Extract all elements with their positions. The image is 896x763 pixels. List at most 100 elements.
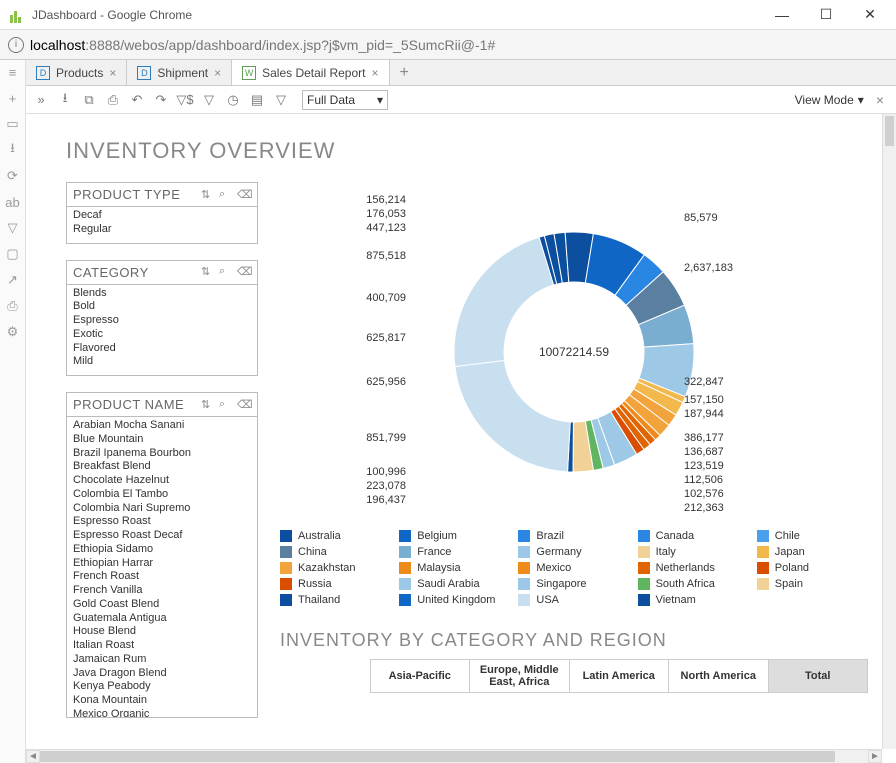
- donut-chart[interactable]: 10072214.59 156,214176,053447,123875,518…: [280, 182, 868, 522]
- sort-icon[interactable]: ⇅: [201, 265, 215, 279]
- redo-icon[interactable]: ↷: [152, 91, 170, 109]
- legend-item[interactable]: Canada: [638, 530, 749, 542]
- address-bar[interactable]: i localhost:8888/webos/app/dashboard/ind…: [0, 30, 896, 60]
- list-item[interactable]: Chocolate Hazelnut: [73, 474, 251, 488]
- expand-icon[interactable]: »: [32, 91, 50, 109]
- legend-item[interactable]: Malaysia: [399, 562, 510, 574]
- list-item[interactable]: Espresso Roast Decaf: [73, 529, 251, 543]
- list-item[interactable]: Kona Mountain: [73, 694, 251, 708]
- close-icon[interactable]: ×: [371, 66, 378, 80]
- close-icon[interactable]: ×: [214, 66, 221, 80]
- list-item[interactable]: Decaf: [73, 209, 251, 223]
- list-item[interactable]: Java Dragon Blend: [73, 667, 251, 681]
- list-item[interactable]: Espresso: [73, 314, 251, 328]
- clear-icon[interactable]: ⌫: [237, 398, 251, 412]
- list-item[interactable]: Breakfast Blend: [73, 460, 251, 474]
- menu-icon[interactable]: ≡: [5, 64, 21, 80]
- list-item[interactable]: French Roast: [73, 570, 251, 584]
- list-item[interactable]: Flavored: [73, 342, 251, 356]
- add-icon[interactable]: +: [5, 90, 21, 106]
- data-mode-select[interactable]: Full Data ▾: [302, 90, 388, 110]
- search-icon[interactable]: ⌕: [219, 265, 233, 279]
- list-item[interactable]: Blends: [73, 287, 251, 301]
- bookmark-icon[interactable]: ▽: [272, 91, 290, 109]
- legend-item[interactable]: United Kingdom: [399, 594, 510, 606]
- list-item[interactable]: Ethiopia Sidamo: [73, 543, 251, 557]
- undo-icon[interactable]: ↶: [128, 91, 146, 109]
- list-item[interactable]: French Vanilla: [73, 584, 251, 598]
- legend-item[interactable]: China: [280, 546, 391, 558]
- list-item[interactable]: Bold: [73, 300, 251, 314]
- list-item[interactable]: Espresso Roast: [73, 515, 251, 529]
- folder-icon[interactable]: ▭: [5, 116, 21, 132]
- new-tab-button[interactable]: +: [390, 60, 419, 85]
- list-item[interactable]: Italian Roast: [73, 639, 251, 653]
- sort-icon[interactable]: ⇅: [201, 188, 215, 202]
- list-item[interactable]: Mild: [73, 355, 251, 369]
- list-item[interactable]: Colombia Nari Supremo: [73, 502, 251, 516]
- refresh-icon[interactable]: ⟳: [5, 168, 21, 184]
- legend-item[interactable]: Singapore: [518, 578, 629, 590]
- window-maximize-button[interactable]: ☐: [804, 1, 848, 29]
- tab-sales-detail-report[interactable]: W Sales Detail Report ×: [232, 60, 389, 85]
- legend-item[interactable]: Chile: [757, 530, 868, 542]
- open-external-icon[interactable]: ⧉: [80, 91, 98, 109]
- search-icon[interactable]: ⌕: [219, 398, 233, 412]
- tab-shipment[interactable]: D Shipment ×: [127, 60, 232, 85]
- legend-item[interactable]: Japan: [757, 546, 868, 558]
- list-item[interactable]: Ethiopian Harrar: [73, 557, 251, 571]
- list-item[interactable]: Arabian Mocha Sanani: [73, 419, 251, 433]
- legend-item[interactable]: Mexico: [518, 562, 629, 574]
- print-rail-icon[interactable]: ⎙: [5, 298, 21, 314]
- search-icon[interactable]: ⌕: [219, 188, 233, 202]
- tab-products[interactable]: D Products ×: [26, 60, 127, 85]
- share-icon[interactable]: ↗: [5, 272, 21, 288]
- print-icon[interactable]: ⎙: [104, 91, 122, 109]
- list-item[interactable]: Gold Coast Blend: [73, 598, 251, 612]
- legend-item[interactable]: USA: [518, 594, 629, 606]
- clear-icon[interactable]: ⌫: [237, 188, 251, 202]
- window-minimize-button[interactable]: —: [760, 1, 804, 29]
- legend-item[interactable]: Australia: [280, 530, 391, 542]
- close-panel-icon[interactable]: ×: [876, 92, 884, 108]
- list-item[interactable]: Mexico Organic: [73, 708, 251, 717]
- list-item[interactable]: Kenya Peabody: [73, 680, 251, 694]
- legend-item[interactable]: France: [399, 546, 510, 558]
- text-icon[interactable]: ab: [5, 194, 21, 210]
- filter-icon[interactable]: ▽: [5, 220, 21, 236]
- legend-item[interactable]: Poland: [757, 562, 868, 574]
- list-item[interactable]: Exotic: [73, 328, 251, 342]
- list-item[interactable]: Jamaican Rum: [73, 653, 251, 667]
- list-item[interactable]: House Blend: [73, 625, 251, 639]
- legend-item[interactable]: Italy: [638, 546, 749, 558]
- panel-body[interactable]: DecafRegular: [67, 207, 257, 243]
- save-layout-icon[interactable]: ▢: [5, 246, 21, 262]
- scroll-right-icon[interactable]: ►: [868, 750, 882, 763]
- close-icon[interactable]: ×: [109, 66, 116, 80]
- legend-item[interactable]: Germany: [518, 546, 629, 558]
- document-icon[interactable]: ▤: [248, 91, 266, 109]
- list-item[interactable]: Blue Mountain: [73, 433, 251, 447]
- list-item[interactable]: Colombia El Tambo: [73, 488, 251, 502]
- window-close-button[interactable]: ✕: [848, 1, 892, 29]
- schedule-icon[interactable]: ◷: [224, 91, 242, 109]
- legend-item[interactable]: Netherlands: [638, 562, 749, 574]
- panel-body[interactable]: BlendsBoldEspressoExoticFlavoredMild: [67, 285, 257, 376]
- legend-item[interactable]: Kazakhstan: [280, 562, 391, 574]
- legend-item[interactable]: Thailand: [280, 594, 391, 606]
- legend-item[interactable]: Saudi Arabia: [399, 578, 510, 590]
- legend-item[interactable]: Vietnam: [638, 594, 749, 606]
- list-item[interactable]: Brazil Ipanema Bourbon: [73, 447, 251, 461]
- settings-icon[interactable]: ⚙: [5, 324, 21, 340]
- legend-item[interactable]: Russia: [280, 578, 391, 590]
- horizontal-scrollbar[interactable]: ◄ ►: [26, 749, 882, 763]
- list-item[interactable]: Regular: [73, 223, 251, 237]
- download-icon[interactable]: ⭳: [5, 142, 21, 158]
- filter-toolbar-icon[interactable]: ▽: [200, 91, 218, 109]
- legend-item[interactable]: Brazil: [518, 530, 629, 542]
- panel-body[interactable]: Arabian Mocha SananiBlue MountainBrazil …: [67, 417, 257, 717]
- legend-item[interactable]: South Africa: [638, 578, 749, 590]
- site-info-icon[interactable]: i: [8, 37, 24, 53]
- sort-icon[interactable]: ⇅: [201, 398, 215, 412]
- legend-item[interactable]: Spain: [757, 578, 868, 590]
